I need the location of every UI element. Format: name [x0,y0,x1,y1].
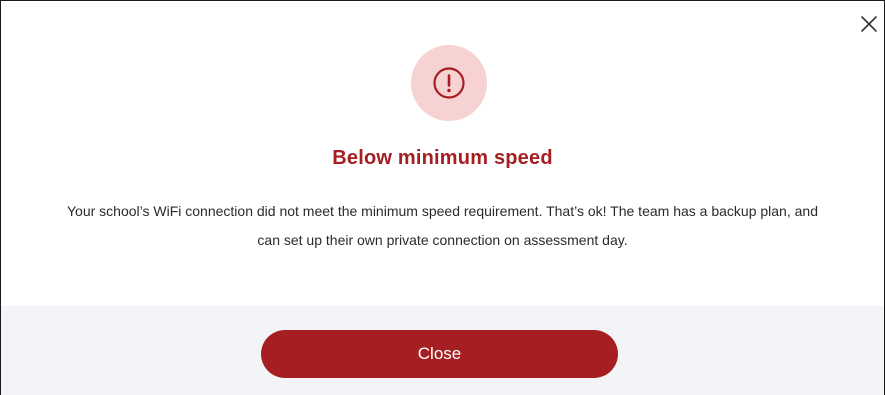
dialog-body: Below minimum speed Your school’s WiFi c… [1,1,884,306]
dialog-message: Your school’s WiFi connection did not me… [67,203,818,248]
dialog-title: Below minimum speed [332,147,553,169]
alert-circle-icon [433,67,465,99]
close-button[interactable]: Close [261,330,618,378]
close-icon[interactable] [858,13,880,35]
speed-warning-dialog: Below minimum speed Your school’s WiFi c… [0,0,885,395]
dialog-footer: Close [1,306,884,395]
alert-icon-badge [411,45,487,121]
